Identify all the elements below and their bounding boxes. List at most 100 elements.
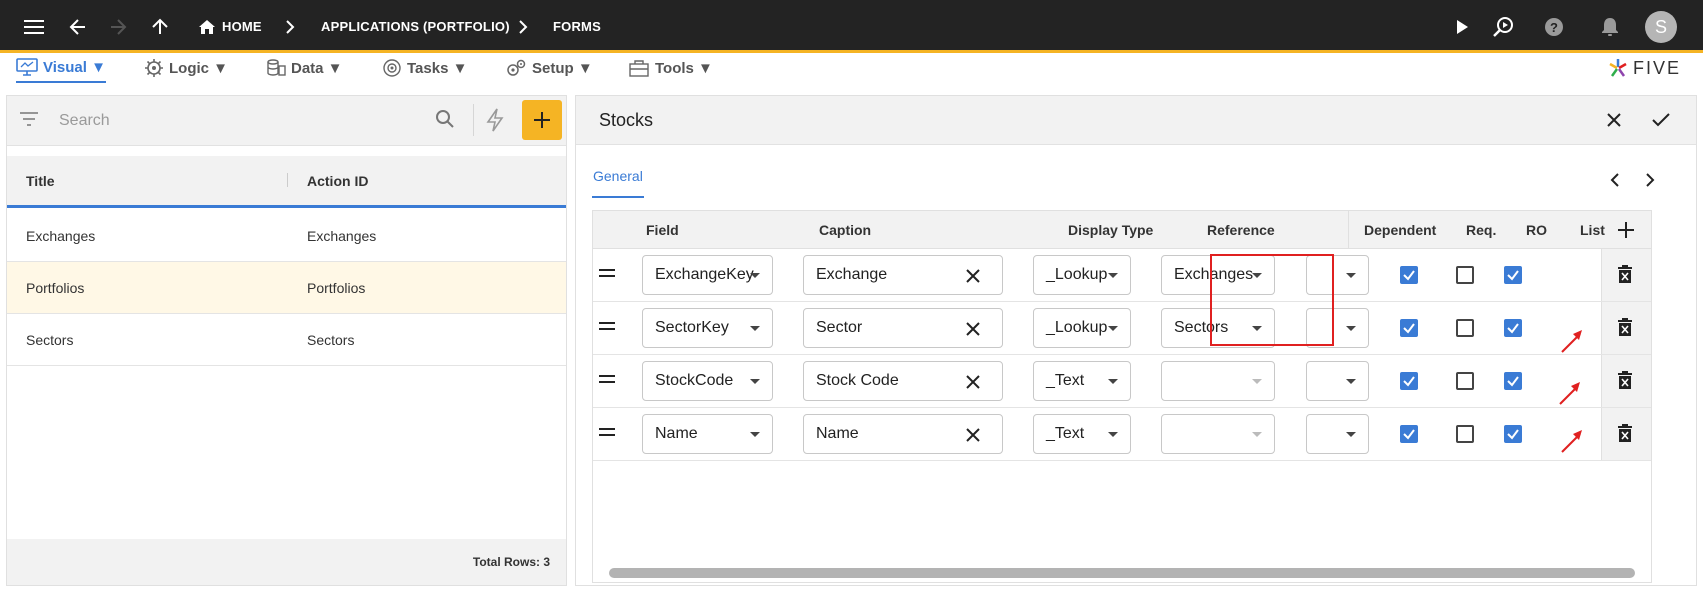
delete-row-icon[interactable]: [1616, 370, 1634, 390]
caret-down-icon: [1346, 379, 1356, 384]
clear-icon[interactable]: [964, 373, 982, 391]
drag-handle-icon[interactable]: [599, 269, 615, 277]
clear-icon[interactable]: [964, 320, 982, 338]
req-checkbox[interactable]: [1400, 319, 1418, 337]
drag-handle-icon[interactable]: [599, 375, 615, 383]
caption-input[interactable]: Sector: [803, 308, 1003, 348]
search-input[interactable]: [59, 108, 419, 134]
delete-row-icon[interactable]: [1616, 264, 1634, 284]
hamburger-menu-icon[interactable]: [16, 0, 52, 53]
caret-down-icon: [750, 432, 760, 437]
list-item[interactable]: Exchanges Exchanges: [7, 210, 566, 262]
lightning-icon[interactable]: [485, 108, 505, 132]
forms-list-panel: Title Action ID Exchanges Exchanges Port…: [6, 95, 567, 586]
svg-text:?: ?: [1550, 20, 1558, 35]
list-item-title: Exchanges: [26, 228, 96, 244]
req-checkbox[interactable]: [1400, 372, 1418, 390]
search-icon[interactable]: [435, 109, 455, 129]
dependent-select[interactable]: [1306, 308, 1369, 348]
dependent-select[interactable]: [1306, 361, 1369, 401]
caption-input[interactable]: Stock Code: [803, 361, 1003, 401]
clear-icon[interactable]: [964, 267, 982, 285]
list-checkbox[interactable]: [1504, 425, 1522, 443]
horizontal-scrollbar[interactable]: [609, 568, 1635, 578]
add-row-plus-icon[interactable]: [1617, 221, 1635, 239]
breadcrumb-applications[interactable]: APPLICATIONS (PORTFOLIO): [321, 0, 510, 53]
menu-data-label: Data ▼: [291, 59, 343, 77]
column-ro-header: RO: [1526, 222, 1547, 238]
reference-select[interactable]: [1161, 361, 1275, 401]
run-search-icon[interactable]: [1486, 0, 1522, 53]
column-req-header: Req.: [1466, 222, 1497, 238]
five-logo: FIVE: [1607, 57, 1681, 79]
drag-handle-icon[interactable]: [599, 322, 615, 330]
caption-value: Exchange: [816, 266, 888, 283]
list-item-selected[interactable]: Portfolios Portfolios: [7, 262, 566, 314]
menu-tasks[interactable]: Tasks ▼: [382, 53, 467, 83]
field-select[interactable]: StockCode: [642, 361, 773, 401]
req-checkbox[interactable]: [1400, 425, 1418, 443]
previous-page-button[interactable]: [1601, 166, 1629, 194]
reference-select[interactable]: Sectors: [1161, 308, 1275, 348]
form-editor-panel: Stocks General Field Caption Display Typ…: [575, 95, 1697, 586]
list-checkbox[interactable]: [1504, 372, 1522, 390]
menu-setup[interactable]: Setup ▼: [505, 53, 593, 83]
reference-value: Sectors: [1174, 319, 1229, 336]
ro-checkbox[interactable]: [1456, 425, 1474, 443]
display-type-select[interactable]: _Text: [1033, 414, 1131, 454]
menu-tools[interactable]: Tools ▼: [628, 53, 713, 83]
list-item[interactable]: Sectors Sectors: [7, 314, 566, 366]
display-type-value: _Text: [1046, 372, 1085, 389]
avatar[interactable]: S: [1645, 11, 1677, 43]
help-icon[interactable]: ?: [1536, 0, 1572, 53]
dependent-select[interactable]: [1306, 414, 1369, 454]
ro-checkbox[interactable]: [1456, 372, 1474, 390]
next-page-button[interactable]: [1636, 166, 1664, 194]
reference-select[interactable]: Exchanges: [1161, 255, 1275, 295]
caption-input[interactable]: Exchange: [803, 255, 1003, 295]
list-checkbox[interactable]: [1504, 266, 1522, 284]
table-row: Name Name _Text: [593, 408, 1651, 461]
total-rows: Total Rows: 3: [472, 555, 550, 569]
add-button[interactable]: [522, 100, 562, 140]
field-select[interactable]: SectorKey: [642, 308, 773, 348]
play-icon[interactable]: [1444, 0, 1480, 53]
field-select[interactable]: Name: [642, 414, 773, 454]
menu-visual[interactable]: Visual ▼: [16, 53, 106, 83]
back-arrow-icon[interactable]: [60, 0, 96, 53]
display-type-select[interactable]: _Lookup: [1033, 255, 1131, 295]
caret-down-icon: [1346, 273, 1356, 278]
caption-input[interactable]: Name: [803, 414, 1003, 454]
field-value: StockCode: [655, 372, 734, 389]
ro-checkbox[interactable]: [1456, 319, 1474, 337]
breadcrumb-forms[interactable]: FORMS: [553, 0, 601, 53]
caption-value: Sector: [816, 319, 863, 336]
ro-checkbox[interactable]: [1456, 266, 1474, 284]
dependent-select[interactable]: [1306, 255, 1369, 295]
menu-logic[interactable]: Logic ▼: [144, 53, 228, 83]
display-type-select[interactable]: _Text: [1033, 361, 1131, 401]
column-list-header: List: [1580, 222, 1605, 238]
up-arrow-icon[interactable]: [142, 0, 178, 53]
bell-icon[interactable]: [1592, 0, 1628, 53]
list-checkbox[interactable]: [1504, 319, 1522, 337]
drag-handle-icon[interactable]: [599, 428, 615, 436]
req-checkbox[interactable]: [1400, 266, 1418, 284]
close-button[interactable]: [1596, 102, 1632, 138]
clear-icon[interactable]: [964, 426, 982, 444]
breadcrumb-home[interactable]: HOME: [198, 0, 262, 53]
field-select[interactable]: ExchangeKey: [642, 255, 773, 295]
filter-icon[interactable]: [19, 111, 39, 127]
column-action-id-header[interactable]: Action ID: [307, 156, 368, 205]
delete-row-icon[interactable]: [1616, 423, 1634, 443]
delete-row-icon[interactable]: [1616, 317, 1634, 337]
close-icon: [1607, 113, 1621, 127]
save-button[interactable]: [1643, 102, 1679, 138]
reference-select[interactable]: [1161, 414, 1275, 454]
tab-general[interactable]: General: [592, 168, 644, 198]
column-title-header[interactable]: Title: [26, 156, 55, 205]
menu-data[interactable]: Data ▼: [266, 53, 343, 83]
caret-down-icon: [1346, 432, 1356, 437]
display-type-select[interactable]: _Lookup: [1033, 308, 1131, 348]
caret-down-icon: [750, 379, 760, 384]
